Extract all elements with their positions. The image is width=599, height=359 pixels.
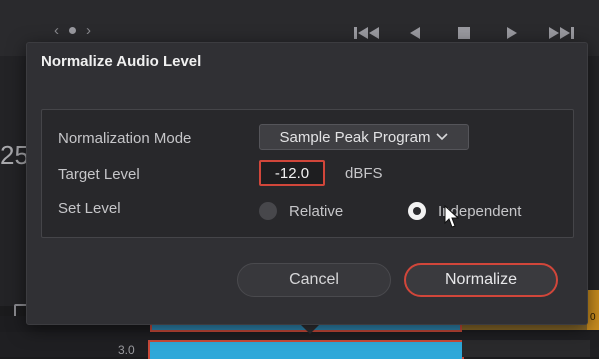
mouse-cursor-icon [444,205,460,228]
chevron-right-icon[interactable]: › [86,22,99,39]
normalize-audio-dialog: Normalize Audio Level Normalization Mode… [26,42,588,325]
normalization-mode-dropdown[interactable]: Sample Peak Program [259,124,469,150]
stop-icon[interactable] [456,24,472,42]
empty-track-region [462,340,590,357]
normalization-mode-label: Normalization Mode [58,130,192,147]
skip-to-end-icon[interactable] [546,24,576,42]
clip-label: 0 [590,312,596,323]
timecode-fragment: 25 [0,140,29,170]
normalize-button[interactable]: Normalize [404,263,558,297]
chevron-down-icon [436,133,449,141]
play-icon[interactable] [504,24,520,42]
set-level-label: Set Level [58,200,121,217]
chevron-left-icon[interactable]: ‹ [54,22,67,39]
cancel-button[interactable]: Cancel [237,263,391,297]
dialog-title: Normalize Audio Level [41,53,202,70]
target-level-input[interactable] [259,160,325,186]
dot-icon[interactable] [69,27,76,34]
skip-to-start-icon[interactable] [352,24,382,42]
normalization-mode-value: Sample Peak Program [279,128,431,146]
settings-panel: Normalization Mode Sample Peak Program T… [41,109,574,238]
transport-controls [352,24,599,44]
relative-radio-label: Relative [289,202,344,220]
target-level-unit: dBFS [345,165,383,182]
target-level-label: Target Level [58,166,140,183]
independent-radio[interactable]: Independent [408,202,521,220]
relative-radio[interactable]: Relative [259,202,343,220]
audio-clip-gold[interactable] [587,290,599,330]
selected-audio-clip-lower[interactable] [148,340,464,359]
radio-unselected-icon [259,202,277,220]
track-db-label: 3.0 [118,343,135,357]
viewer-nav: ‹ › [54,22,99,39]
play-reverse-icon[interactable] [407,24,423,42]
radio-selected-icon [408,202,426,220]
